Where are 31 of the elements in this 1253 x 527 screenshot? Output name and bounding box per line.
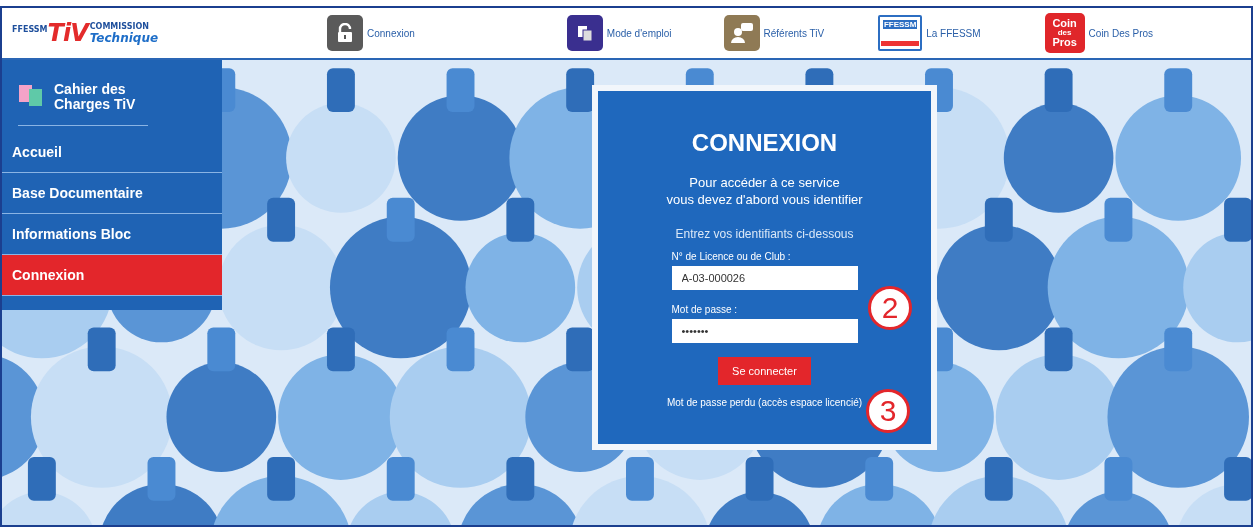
logo-mark: TiV: [47, 19, 88, 47]
person-speech-icon: [723, 15, 760, 51]
nav-link[interactable]: Coin des Pros Coin Des Pros: [1044, 13, 1154, 53]
annotation-marker: 2: [868, 286, 912, 330]
logo-text: FFESSM: [12, 25, 48, 34]
intro-text: Pour accéder à ce service: [689, 175, 840, 192]
nav-link[interactable]: FFESSM La FFESSM: [878, 15, 981, 51]
field-label: N° de Licence ou de Club :: [671, 250, 792, 262]
input-field[interactable]: •••••••: [671, 318, 858, 343]
login-button[interactable]: Se connecter: [718, 356, 811, 385]
hint-text: Entrez vos identifiants ci-dessous: [675, 226, 854, 241]
nav-link[interactable]: Mode d'emploi: [566, 15, 672, 51]
lost-password-link[interactable]: Mot de passe perdu (accès espace licencié): [666, 396, 863, 408]
login-title: CONNEXION: [691, 129, 838, 157]
nav-link[interactable]: Connexion: [327, 15, 415, 51]
nav-link[interactable]: Référents TiV: [723, 15, 825, 51]
sidebar-item[interactable]: Informations Bloc: [2, 213, 222, 255]
sidebar-item[interactable]: Accueil: [2, 131, 222, 173]
annotation-marker: 3: [866, 389, 910, 433]
coin-icon: Coin des Pros: [1044, 13, 1085, 53]
sidebar-item[interactable]: Base Documentaire: [2, 172, 222, 214]
input-field[interactable]: A-03-000026: [671, 265, 858, 290]
sidebar-title: Cahier des Charges TiV: [54, 82, 137, 113]
flag-icon: FFESSM: [878, 15, 923, 51]
documents-icon: [566, 15, 603, 51]
intro-text: vous devez d'abord vous identifier: [666, 191, 863, 209]
padlock-icon: [327, 15, 363, 51]
logo-title: Technique: [89, 30, 159, 45]
logo-caption: COMMISSION: [89, 21, 150, 31]
sidebar-item[interactable]: Connexion: [2, 254, 222, 296]
field-label: Mot de passe :: [671, 303, 739, 315]
